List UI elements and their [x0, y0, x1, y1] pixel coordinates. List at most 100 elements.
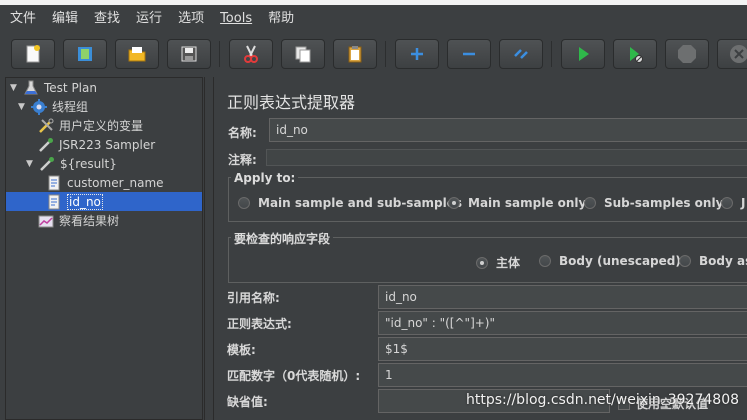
radio-label: Body as a — [699, 254, 747, 268]
radio-circle-icon — [448, 197, 460, 209]
open-button[interactable] — [115, 39, 159, 69]
regex-field[interactable]: "id_no" : "([^"]+)" — [378, 311, 747, 335]
tree-node-thread-group[interactable]: ▼ 线程组 — [18, 97, 88, 116]
radio-circle-icon — [679, 255, 691, 267]
cut-button[interactable] — [229, 39, 273, 69]
document-icon — [48, 194, 60, 209]
menu-file[interactable]: 文件 — [0, 5, 43, 33]
paste-icon — [348, 46, 362, 63]
collapse-icon — [463, 52, 475, 56]
apply-to-jmeter-var-radio[interactable]: J — [721, 196, 745, 210]
collapse-arrow-icon[interactable]: ▼ — [18, 102, 28, 112]
collapse-button[interactable] — [447, 39, 491, 69]
apply-to-main-and-sub-radio[interactable]: Main sample and sub-samples — [238, 196, 462, 210]
pipette-icon — [40, 156, 54, 171]
save-icon — [181, 46, 197, 62]
apply-to-sub-only-radio[interactable]: Sub-samples only — [584, 196, 723, 210]
document-icon — [48, 175, 60, 190]
apply-to-main-only-radio[interactable]: Main sample only — [448, 196, 586, 210]
watermark: https://blog.csdn.net/weixin_39274808 — [466, 392, 740, 408]
apply-to-title: Apply to: — [231, 171, 299, 185]
menu-tools[interactable]: Tools — [211, 5, 259, 33]
menu-help[interactable]: 帮助 — [259, 5, 301, 33]
expand-button[interactable] — [395, 39, 439, 69]
radio-circle-icon — [476, 256, 488, 269]
ref-name-field[interactable]: id_no — [378, 285, 747, 309]
tree-node-user-vars[interactable]: 用户定义的变量 — [38, 116, 143, 135]
menu-search[interactable]: 查找 — [85, 5, 127, 33]
match-no-label: 匹配数字（0代表随机）: — [227, 369, 361, 383]
toggle-icon — [514, 49, 528, 59]
collapse-arrow-icon[interactable]: ▼ — [26, 159, 36, 169]
menu-options[interactable]: 选项 — [169, 5, 211, 33]
tree-node-view-results[interactable]: 察看结果树 — [38, 211, 119, 230]
tree-node-result[interactable]: ▼ ${result} — [26, 154, 117, 173]
tree-label: id_no — [67, 193, 103, 210]
radio-circle-icon — [721, 197, 733, 209]
field-body-as-doc-radio[interactable]: Body as a — [679, 254, 747, 268]
match-no-field[interactable]: 1 — [378, 363, 747, 387]
open-icon — [128, 47, 146, 62]
radio-label: Main sample and sub-samples — [258, 196, 463, 210]
start-no-pause-button[interactable] — [613, 39, 657, 69]
radio-label: 主体 — [496, 256, 521, 270]
tree-label: 用户定义的变量 — [59, 119, 144, 133]
menu-edit[interactable]: 编辑 — [43, 5, 85, 33]
tree-node-test-plan[interactable]: ▼ Test Plan — [10, 78, 97, 97]
field-body-unescaped-radio[interactable]: Body (unescaped) — [539, 254, 681, 268]
splitter[interactable] — [204, 77, 211, 420]
response-field-title: 要检查的响应字段 — [231, 230, 334, 247]
default-value-label: 缺省值: — [227, 395, 268, 409]
menubar: 文件 编辑 查找 运行 选项 Tools 帮助 — [0, 5, 747, 33]
radio-label: J — [741, 196, 746, 210]
regex-label: 正则表达式: — [227, 317, 292, 331]
new-button[interactable] — [11, 39, 55, 69]
start-no-pause-icon — [630, 47, 643, 63]
shutdown-button[interactable] — [717, 39, 747, 69]
flask-icon — [24, 80, 38, 94]
name-label: 名称: — [228, 126, 257, 140]
radio-label: Body (unescaped) — [559, 254, 681, 268]
menu-run[interactable]: 运行 — [127, 5, 169, 33]
copy-button[interactable] — [281, 39, 325, 69]
radio-circle-icon — [539, 255, 551, 267]
start-button[interactable] — [561, 39, 605, 69]
cut-icon — [244, 45, 258, 63]
comment-field[interactable] — [266, 149, 747, 166]
regex-extractor-panel: 正则表达式提取器 名称: id_no 注释: Apply to: Main sa… — [213, 77, 747, 420]
page-title: 正则表达式提取器 — [227, 93, 356, 112]
tree-label: 察看结果树 — [59, 214, 120, 228]
tree-label: JSR223 Sampler — [59, 137, 156, 152]
radio-circle-icon — [584, 197, 596, 209]
tree-label: Test Plan — [44, 80, 97, 95]
ref-name-label: 引用名称: — [227, 291, 280, 305]
comment-label: 注释: — [228, 153, 257, 167]
toolbar-separator — [219, 41, 220, 67]
collapse-arrow-icon[interactable]: ▼ — [10, 83, 20, 93]
expand-icon — [411, 48, 423, 60]
template-label: 模板: — [227, 343, 256, 357]
test-plan-tree: ▼ Test Plan ▼ 线程组 用户定义的变量 JSR223 Sampler… — [5, 77, 203, 420]
template-field[interactable]: $1$ — [378, 337, 747, 361]
shutdown-icon — [730, 45, 747, 63]
radio-label: Main sample only — [468, 196, 587, 210]
new-icon — [26, 45, 40, 63]
chart-icon — [38, 215, 54, 227]
tools-icon — [39, 118, 54, 133]
paste-button[interactable] — [333, 39, 377, 69]
stop-button[interactable] — [665, 39, 709, 69]
field-body-radio[interactable]: 主体 — [476, 254, 520, 271]
name-field[interactable]: id_no — [269, 118, 747, 142]
toggle-button[interactable] — [499, 39, 543, 69]
start-icon — [579, 47, 589, 61]
tree-node-customer-name[interactable]: customer_name — [46, 173, 164, 192]
stop-icon — [678, 45, 696, 63]
tree-label: ${result} — [60, 156, 117, 171]
toolbar — [0, 33, 747, 75]
templates-button[interactable] — [63, 39, 107, 69]
radio-circle-icon — [238, 197, 250, 209]
tree-node-id-no[interactable]: id_no — [6, 192, 202, 211]
tree-node-jsr223[interactable]: JSR223 Sampler — [38, 135, 155, 154]
copy-icon — [295, 46, 311, 63]
save-button[interactable] — [167, 39, 211, 69]
